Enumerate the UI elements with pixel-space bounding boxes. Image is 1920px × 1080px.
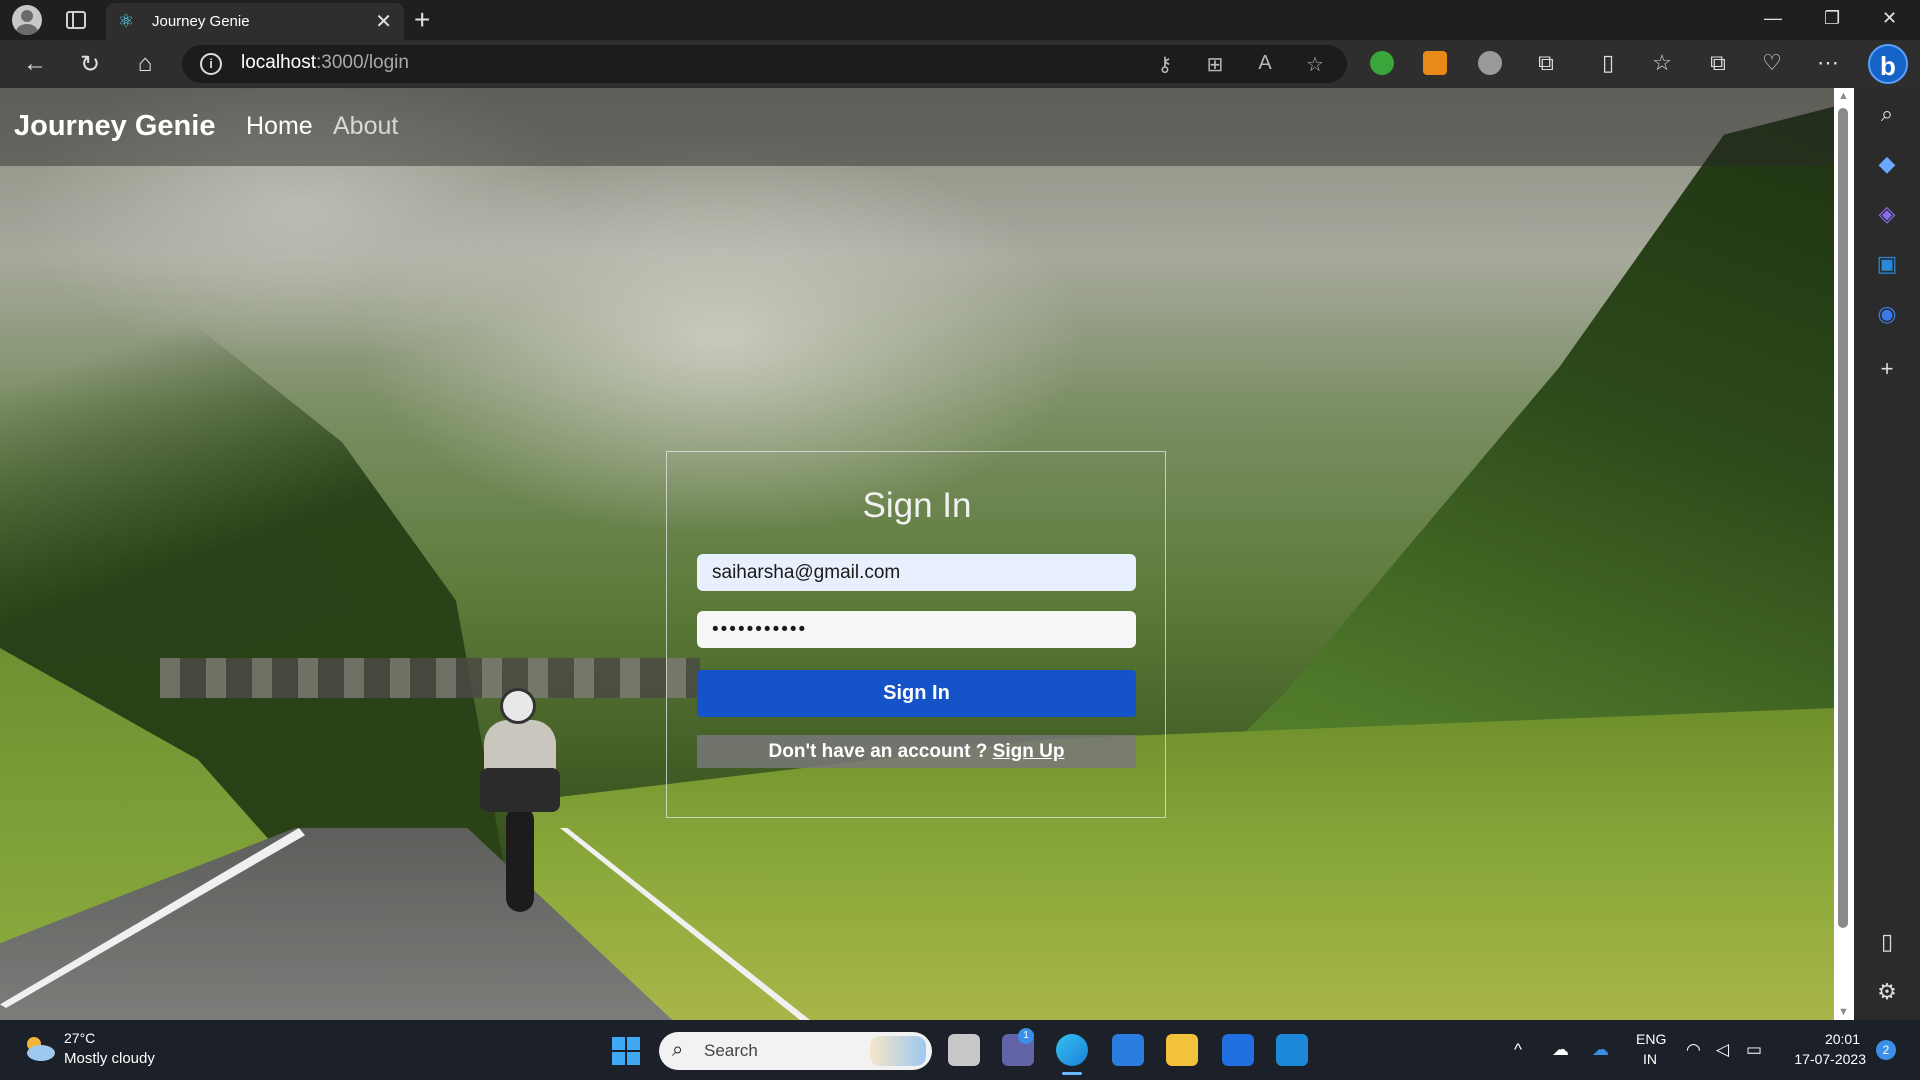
sidebar-search-icon[interactable]: ⌕ [1873,100,1901,128]
browser-essentials-icon[interactable]: ♡ [1758,50,1786,76]
collections-icon[interactable]: ⧉ [1704,50,1732,76]
file-explorer-icon[interactable] [1166,1034,1198,1066]
show-hidden-icons-chevron-icon[interactable]: ^ [1514,1040,1522,1060]
active-app-indicator [1062,1072,1082,1075]
browser-tab-journey-genie[interactable]: ⚛ Journey Genie ✕ [106,3,404,40]
clock-time[interactable]: 20:01 [1800,1031,1860,1047]
bridge-image [160,658,700,698]
site-navbar: Journey Genie Home About [0,88,1834,166]
extension-orange-icon[interactable] [1423,51,1447,75]
mail-icon[interactable] [1112,1034,1144,1066]
react-favicon-icon: ⚛ [118,11,135,31]
brand-logo[interactable]: Journey Genie [14,110,215,143]
refresh-button[interactable]: ↻ [75,50,105,79]
windows-start-icon[interactable] [612,1037,640,1065]
taskbar-search-placeholder: Search [704,1041,758,1060]
signup-prompt: Don't have an account ? Sign Up [697,735,1136,768]
sidebar-toggle-panel-icon[interactable]: ▯ [1873,928,1901,956]
new-tab-button[interactable]: + [414,4,430,36]
vscode-icon[interactable] [1276,1034,1308,1066]
signup-prompt-text: Don't have an account ? [768,741,993,762]
clock-date[interactable]: 17-07-2023 [1780,1051,1866,1067]
weather-description[interactable]: Mostly cloudy [64,1050,155,1067]
favorites-icon[interactable]: ☆ [1648,50,1676,76]
more-options-icon[interactable]: ⋯ [1814,50,1842,76]
extensions-puzzle-icon[interactable]: ⧉ [1532,50,1560,76]
home-button[interactable]: ⌂ [130,50,160,78]
search-highlight-icon [870,1036,926,1066]
back-button[interactable]: ← [20,50,50,78]
edge-browser-icon[interactable] [1056,1034,1088,1066]
scroll-up-arrow-icon[interactable]: ▲ [1838,90,1849,102]
taskbar-search-icon: ⌕ [672,1039,684,1061]
battery-icon[interactable]: ▭ [1746,1040,1762,1060]
wifi-icon[interactable]: ◠ [1686,1040,1701,1060]
sidebar-shopping-tag-icon[interactable]: ◆ [1873,150,1901,178]
onedrive-personal-icon[interactable]: ☁ [1552,1040,1569,1060]
sign-up-link[interactable]: Sign Up [993,741,1065,762]
close-window-button[interactable]: ✕ [1882,8,1897,29]
sidebar-settings-gear-icon[interactable]: ⚙ [1873,978,1901,1006]
sidebar-copilot-icon[interactable]: ◈ [1873,200,1901,228]
split-screen-icon[interactable]: ▯ [1594,50,1622,76]
motorcycle-rider-image [470,688,570,913]
minimize-button[interactable]: — [1764,8,1782,29]
nav-link-about[interactable]: About [333,112,398,141]
sidebar-add-icon[interactable]: + [1873,355,1901,383]
url-text[interactable]: localhost:3000/login [241,52,409,74]
region-indicator[interactable]: IN [1643,1051,1657,1067]
sign-in-title: Sign In [862,486,972,525]
notification-count-badge[interactable]: 2 [1876,1040,1896,1060]
read-aloud-icon[interactable]: A [1252,52,1278,75]
weather-temperature[interactable]: 27°C [64,1030,95,1046]
dropbox-icon[interactable] [1222,1034,1254,1066]
bing-copilot-icon[interactable]: b [1868,44,1908,84]
app-available-icon[interactable]: ⊞ [1202,52,1228,77]
restore-button[interactable]: ❐ [1824,8,1840,29]
email-field[interactable] [697,554,1136,591]
language-indicator[interactable]: ENG [1636,1031,1666,1047]
onedrive-icon[interactable]: ☁ [1592,1040,1609,1060]
sign-in-button[interactable]: Sign In [697,670,1136,717]
tab-actions-icon[interactable] [66,11,86,29]
task-view-icon[interactable] [948,1034,980,1066]
sign-in-card: Sign In Sign In Don't have an account ? … [666,451,1166,818]
extension-gray-icon[interactable] [1478,51,1502,75]
scroll-down-arrow-icon[interactable]: ▼ [1838,1006,1849,1018]
volume-icon[interactable]: ◁ [1716,1040,1729,1060]
tab-close-icon[interactable]: ✕ [375,9,392,34]
sidebar-outlook-icon[interactable]: ▣ [1873,250,1901,278]
sidebar-drop-icon[interactable]: ◉ [1873,300,1901,328]
password-field[interactable] [697,611,1136,648]
weather-cloud-icon[interactable] [22,1034,56,1062]
site-info-icon[interactable]: i [200,53,222,75]
tab-title: Journey Genie [152,13,250,30]
favorite-star-icon[interactable]: ☆ [1302,52,1328,77]
nav-link-home[interactable]: Home [246,112,313,141]
scrollbar-thumb[interactable] [1838,108,1848,928]
password-key-icon[interactable]: ⚷ [1152,52,1178,77]
profile-avatar-icon[interactable] [12,5,42,35]
teams-badge: 1 [1018,1028,1034,1044]
login-page-background: Journey Genie Home About Sign In Sign In… [0,88,1834,1020]
extension-green-icon[interactable] [1370,51,1394,75]
